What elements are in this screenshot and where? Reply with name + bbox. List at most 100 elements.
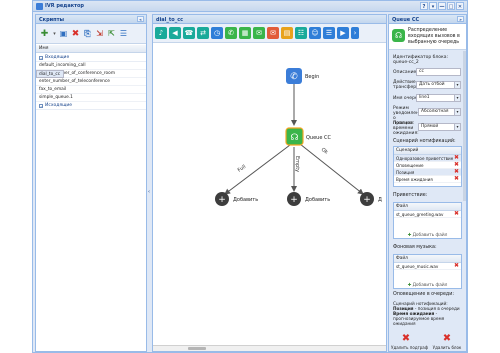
collapse-left-icon[interactable]: «: [137, 16, 144, 22]
script-item[interactable]: simple_queue.1: [36, 94, 146, 102]
export-icon[interactable]: ⇱: [106, 29, 117, 39]
chevron-down-icon[interactable]: ▾: [454, 124, 460, 130]
collapse-right-icon[interactable]: »: [457, 16, 464, 22]
phone-icon[interactable]: ☎: [183, 27, 195, 39]
scenario-column-header[interactable]: Сценарий: [394, 147, 461, 155]
add-node-label: Добавить: [305, 197, 330, 203]
delete-block-icon[interactable]: ✖: [439, 334, 455, 344]
file-column-header[interactable]: Файл: [394, 255, 461, 263]
group-icon[interactable]: ☷: [295, 27, 307, 39]
save-icon[interactable]: ▣: [58, 29, 69, 39]
scripts-panel-title: Скрипты: [39, 17, 65, 23]
alert-note: Сценарий нотификаций: Позиция - позиция …: [393, 301, 463, 326]
scenario-row-label: Позиция: [396, 170, 415, 175]
delete-script-icon[interactable]: ✖: [70, 29, 81, 39]
delete-file-icon[interactable]: ✖: [454, 263, 459, 269]
queue-name-value: line1: [419, 95, 430, 100]
script-item[interactable]: fax_to_email: [36, 86, 146, 94]
horizontal-scrollbar[interactable]: [153, 345, 386, 351]
plus-icon: +: [218, 195, 226, 205]
begin-node-label: Begin: [305, 74, 319, 80]
plus-icon: ✚: [407, 233, 412, 238]
scripts-panel: Скрипты « ✚ ▾ ▣ ✖ ⎘ ⇲ ⇱ ☰ Имя − Входящие …: [35, 14, 147, 352]
chevron-down-icon[interactable]: ▾: [454, 109, 460, 115]
plus-icon: +: [363, 195, 371, 205]
copy-icon[interactable]: ⎘: [82, 29, 93, 39]
email-icon[interactable]: ✉: [267, 27, 279, 39]
properties-panel-header: Queue CC »: [389, 15, 466, 24]
edge-ok[interactable]: [299, 143, 364, 195]
wait-forecast-select[interactable]: Прямой ▾: [418, 123, 461, 131]
import-icon[interactable]: ⇲: [94, 29, 105, 39]
group-outgoing[interactable]: − Исходящие: [36, 102, 146, 110]
file-column-header[interactable]: Файл: [394, 203, 461, 211]
scenario-row[interactable]: Позиция ✖: [394, 169, 461, 176]
begin-node[interactable]: ✆ Begin: [286, 68, 319, 84]
delete-subgraph-icon[interactable]: ✖: [398, 334, 414, 344]
greeting-file-name: st_queue_greeting.wav: [396, 212, 444, 217]
blocks-toolbar: ♪ ◀ ☎ ⇄ ◷ ✆ ▦ ✉ ✉ ▤ ☷ ☺ ☰ ▶ ›: [153, 24, 386, 43]
script-item[interactable]: enter_number_of_teleconference: [36, 78, 146, 86]
description-field[interactable]: cc: [416, 68, 461, 76]
wait-forecast-label: Прогноз времени ожидания:: [393, 121, 419, 136]
delete-row-icon[interactable]: ✖: [454, 176, 459, 182]
maximize-button[interactable]: □: [447, 2, 455, 10]
edge-full[interactable]: [224, 144, 291, 195]
speaker-icon[interactable]: ◀: [169, 27, 181, 39]
group-incoming[interactable]: − Входящие: [36, 54, 146, 62]
greeting-file-row[interactable]: st_queue_greeting.wav ✖: [394, 211, 461, 218]
help-button[interactable]: ?: [420, 2, 428, 10]
delete-block-label[interactable]: Удалить блок: [432, 345, 462, 350]
menu-icon[interactable]: ☰: [323, 27, 335, 39]
chevron-down-icon[interactable]: ▾: [454, 82, 460, 88]
add-node-ok[interactable]: + Д: [360, 192, 382, 206]
action-select[interactable]: Дать отбой ▾: [416, 81, 461, 89]
more-icon[interactable]: ›: [351, 27, 359, 39]
contact-icon[interactable]: ☺: [309, 27, 321, 39]
scenario-row-label: Одноразовое приветствие: [396, 156, 454, 161]
delete-subgraph-label[interactable]: Удалить подграф: [391, 345, 428, 350]
transfer-icon[interactable]: ⇄: [197, 27, 209, 39]
scripts-toolbar: ✚ ▾ ▣ ✖ ⎘ ⇲ ⇱ ☰: [36, 24, 146, 44]
grid-icon[interactable]: ▦: [239, 27, 251, 39]
scrollbar-thumb[interactable]: [188, 347, 206, 350]
name-column-header[interactable]: Имя: [36, 45, 146, 53]
sms-icon[interactable]: ✉: [253, 27, 265, 39]
scenario-row[interactable]: Одноразовое приветствие ✖: [394, 155, 461, 162]
block-description-area: ☊ Распределение входящих вызовов в выбра…: [389, 24, 466, 50]
app-icon: [36, 3, 43, 10]
script-item[interactable]: default_incoming_call: [36, 62, 146, 70]
scenario-row[interactable]: Время ожидания ✖: [394, 176, 461, 183]
collapse-toggle-icon[interactable]: −: [39, 56, 43, 60]
clock-icon[interactable]: ◷: [211, 27, 223, 39]
flow-canvas[interactable]: Full Empty Ok ✆ Begin ☊ Queue CC + Добав…: [153, 44, 386, 344]
chevron-down-icon[interactable]: ▾: [454, 95, 460, 101]
collapse-toggle-icon[interactable]: −: [39, 104, 43, 108]
splitter-arrow-icon[interactable]: ‹: [148, 189, 150, 195]
headset-icon: ☊: [291, 133, 299, 143]
add-music-file-button[interactable]: ✚ Добавить файл: [393, 283, 462, 288]
minimize-button[interactable]: —: [438, 2, 446, 10]
properties-icon[interactable]: ☰: [118, 29, 129, 39]
queue-node[interactable]: ☊ Queue CC: [285, 127, 332, 146]
window-title: IVR редактор: [45, 3, 85, 9]
music-section-title: Фоновая музыка:: [393, 245, 437, 250]
collapse-button[interactable]: ▾: [429, 2, 437, 10]
description-label: Описание:: [393, 70, 418, 75]
web-icon[interactable]: ▤: [281, 27, 293, 39]
scenario-row[interactable]: Оповещение ✖: [394, 162, 461, 169]
queue-icon[interactable]: ▶: [337, 27, 349, 39]
properties-form: Идентификатор блока: queue-cc_2 Описание…: [389, 51, 466, 351]
music-file-row[interactable]: st_queue_music.wav ✖: [394, 263, 461, 270]
add-greeting-file-button[interactable]: ✚ Добавить файл: [393, 233, 462, 238]
delete-file-icon[interactable]: ✖: [454, 211, 459, 217]
properties-scrollbar[interactable]: [463, 51, 466, 201]
queue-name-select[interactable]: line1 ▾: [416, 94, 461, 102]
close-button[interactable]: ✕: [456, 2, 464, 10]
add-node-full[interactable]: + Добавить: [215, 192, 258, 206]
notify-mode-select[interactable]: Абсолютная ▾: [418, 108, 461, 116]
call-icon[interactable]: ✆: [225, 27, 237, 39]
add-node-empty[interactable]: + Добавить: [287, 192, 330, 206]
mic-icon[interactable]: ♪: [155, 27, 167, 39]
script-item-selected[interactable]: dial_to_cc: [36, 70, 65, 78]
